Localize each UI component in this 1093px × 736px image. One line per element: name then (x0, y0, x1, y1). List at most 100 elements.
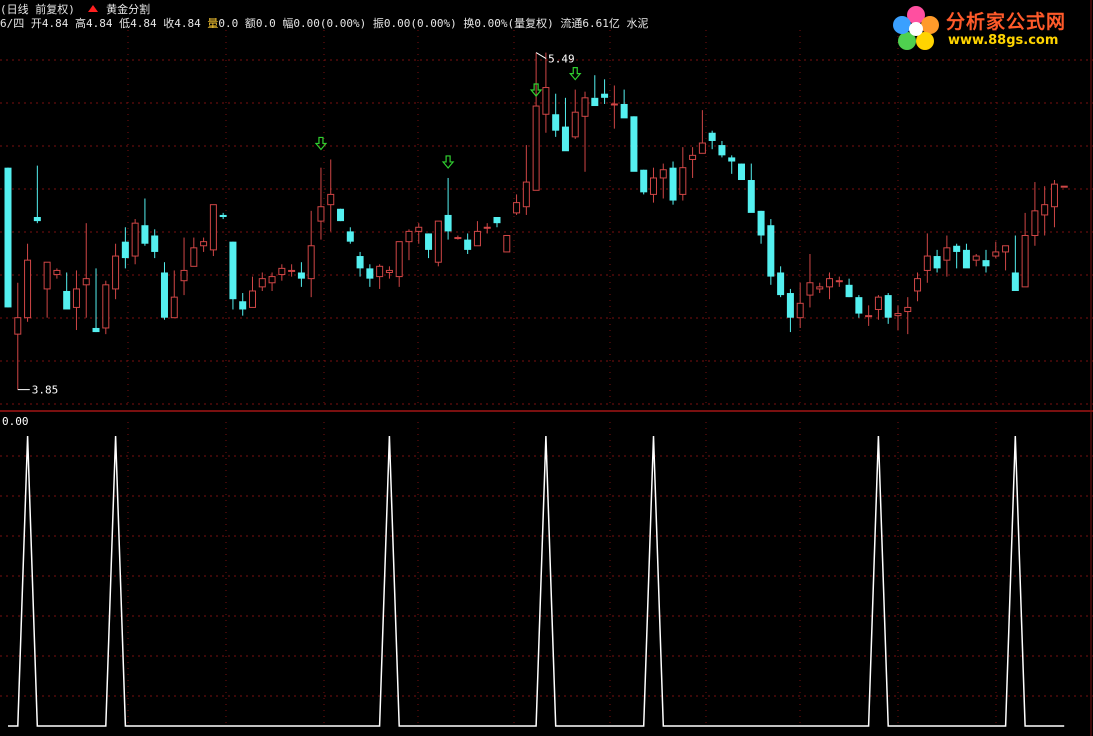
quote-value: 4.84 (86, 17, 113, 30)
candle-body (591, 97, 599, 107)
quote-value: 4.84 (130, 17, 157, 30)
candle-body (669, 167, 677, 201)
candle-body (180, 269, 188, 282)
candle-body (698, 142, 706, 154)
candle-body (845, 284, 853, 298)
candle-body (1021, 234, 1029, 288)
logo-url[interactable]: www.88gs.com (948, 33, 1058, 48)
candle-body (552, 114, 560, 131)
candle-body (1011, 272, 1019, 291)
candle-body (757, 210, 765, 236)
candle-body (982, 260, 990, 267)
quote-line: 6/四 开4.84 高4.84 低4.84 收4.84 量0.0 额0.0 幅0… (0, 15, 648, 31)
candle-body (962, 249, 970, 269)
candle-body (82, 278, 90, 286)
candle-body (366, 268, 374, 279)
candle-body (542, 87, 550, 115)
quote-key: 开 (24, 17, 42, 30)
candle-body (473, 230, 481, 247)
candle-body (679, 167, 687, 195)
candle-body (200, 241, 208, 247)
candle-body (659, 169, 667, 179)
candle-body (288, 269, 296, 272)
candle-body (72, 288, 80, 308)
candle-body (385, 269, 393, 273)
candle-body (1002, 245, 1010, 253)
candle-body (425, 233, 433, 250)
candle-body (826, 278, 834, 288)
candle-body (297, 272, 305, 279)
candle-body (914, 278, 922, 292)
candle-body (1031, 210, 1039, 236)
candle-body (816, 286, 824, 290)
signal-down-arrow-icon (314, 136, 328, 151)
quote-value: 0.0 (218, 17, 239, 30)
candle-body (738, 163, 745, 181)
candle-body (239, 301, 247, 310)
candle-body (796, 302, 804, 319)
quote-key: 额 (238, 17, 256, 30)
candle-body (581, 97, 589, 117)
candle-body (513, 202, 521, 214)
candle-body (992, 251, 1000, 257)
candle-body (689, 154, 697, 160)
candle-body (346, 231, 354, 242)
stock-chart[interactable]: 5.49 3.85 0.00 (0, 0, 1093, 736)
quote-value: 0.0 (255, 17, 276, 30)
candle-body (630, 116, 638, 172)
candle-body (923, 255, 931, 271)
candle-body (522, 181, 530, 208)
candle-body (649, 177, 657, 195)
quote-value: 4.84 (174, 17, 201, 30)
candle-body (874, 296, 882, 310)
candle-body (708, 132, 716, 141)
candle-body (493, 217, 501, 224)
candle-body (933, 256, 941, 269)
candle-body (806, 282, 814, 296)
candle-body (884, 295, 892, 318)
candle-body (454, 237, 462, 240)
candle-body (620, 103, 628, 119)
flower-icon (893, 6, 939, 50)
candle-body (112, 255, 120, 290)
candle-body (561, 126, 569, 152)
quote-key: 量 (200, 17, 219, 30)
candle-body (1041, 204, 1049, 216)
candle-body (777, 272, 785, 296)
candle-body (1060, 185, 1068, 188)
candle-body (532, 105, 540, 191)
candle-body (33, 217, 41, 222)
candle-body (14, 317, 22, 335)
candle-body (395, 241, 403, 278)
candle-body (131, 222, 139, 257)
candle-body (190, 247, 198, 267)
max-pointer (535, 52, 547, 60)
candle-body (219, 214, 227, 217)
candle-body (151, 235, 159, 252)
quote-key: 收 (156, 17, 175, 30)
candle-body (1050, 183, 1058, 208)
candle-body (405, 230, 413, 243)
candle-body (767, 225, 775, 277)
signal-down-arrow-icon (441, 155, 455, 169)
candle-body (640, 169, 648, 193)
quote-key: 振 (366, 17, 384, 30)
candle-body (415, 226, 423, 232)
signal-down-arrow-icon (568, 66, 582, 81)
quote-key: 高 (68, 17, 86, 30)
candle-body (894, 313, 902, 317)
candle-body (317, 206, 325, 222)
arrow-up-icon (87, 5, 98, 12)
candle-body (209, 204, 217, 251)
quote-key: 幅 (275, 17, 294, 30)
candle-body (258, 278, 266, 288)
candle-body (170, 296, 178, 319)
quote-value: 4.84 (41, 17, 69, 30)
candle-body (356, 256, 364, 269)
candle-body (571, 111, 579, 138)
candle-body (229, 241, 237, 300)
candle-body (102, 284, 110, 329)
candle-body (249, 290, 256, 308)
candle-body (610, 103, 618, 106)
candle-body (278, 267, 286, 276)
